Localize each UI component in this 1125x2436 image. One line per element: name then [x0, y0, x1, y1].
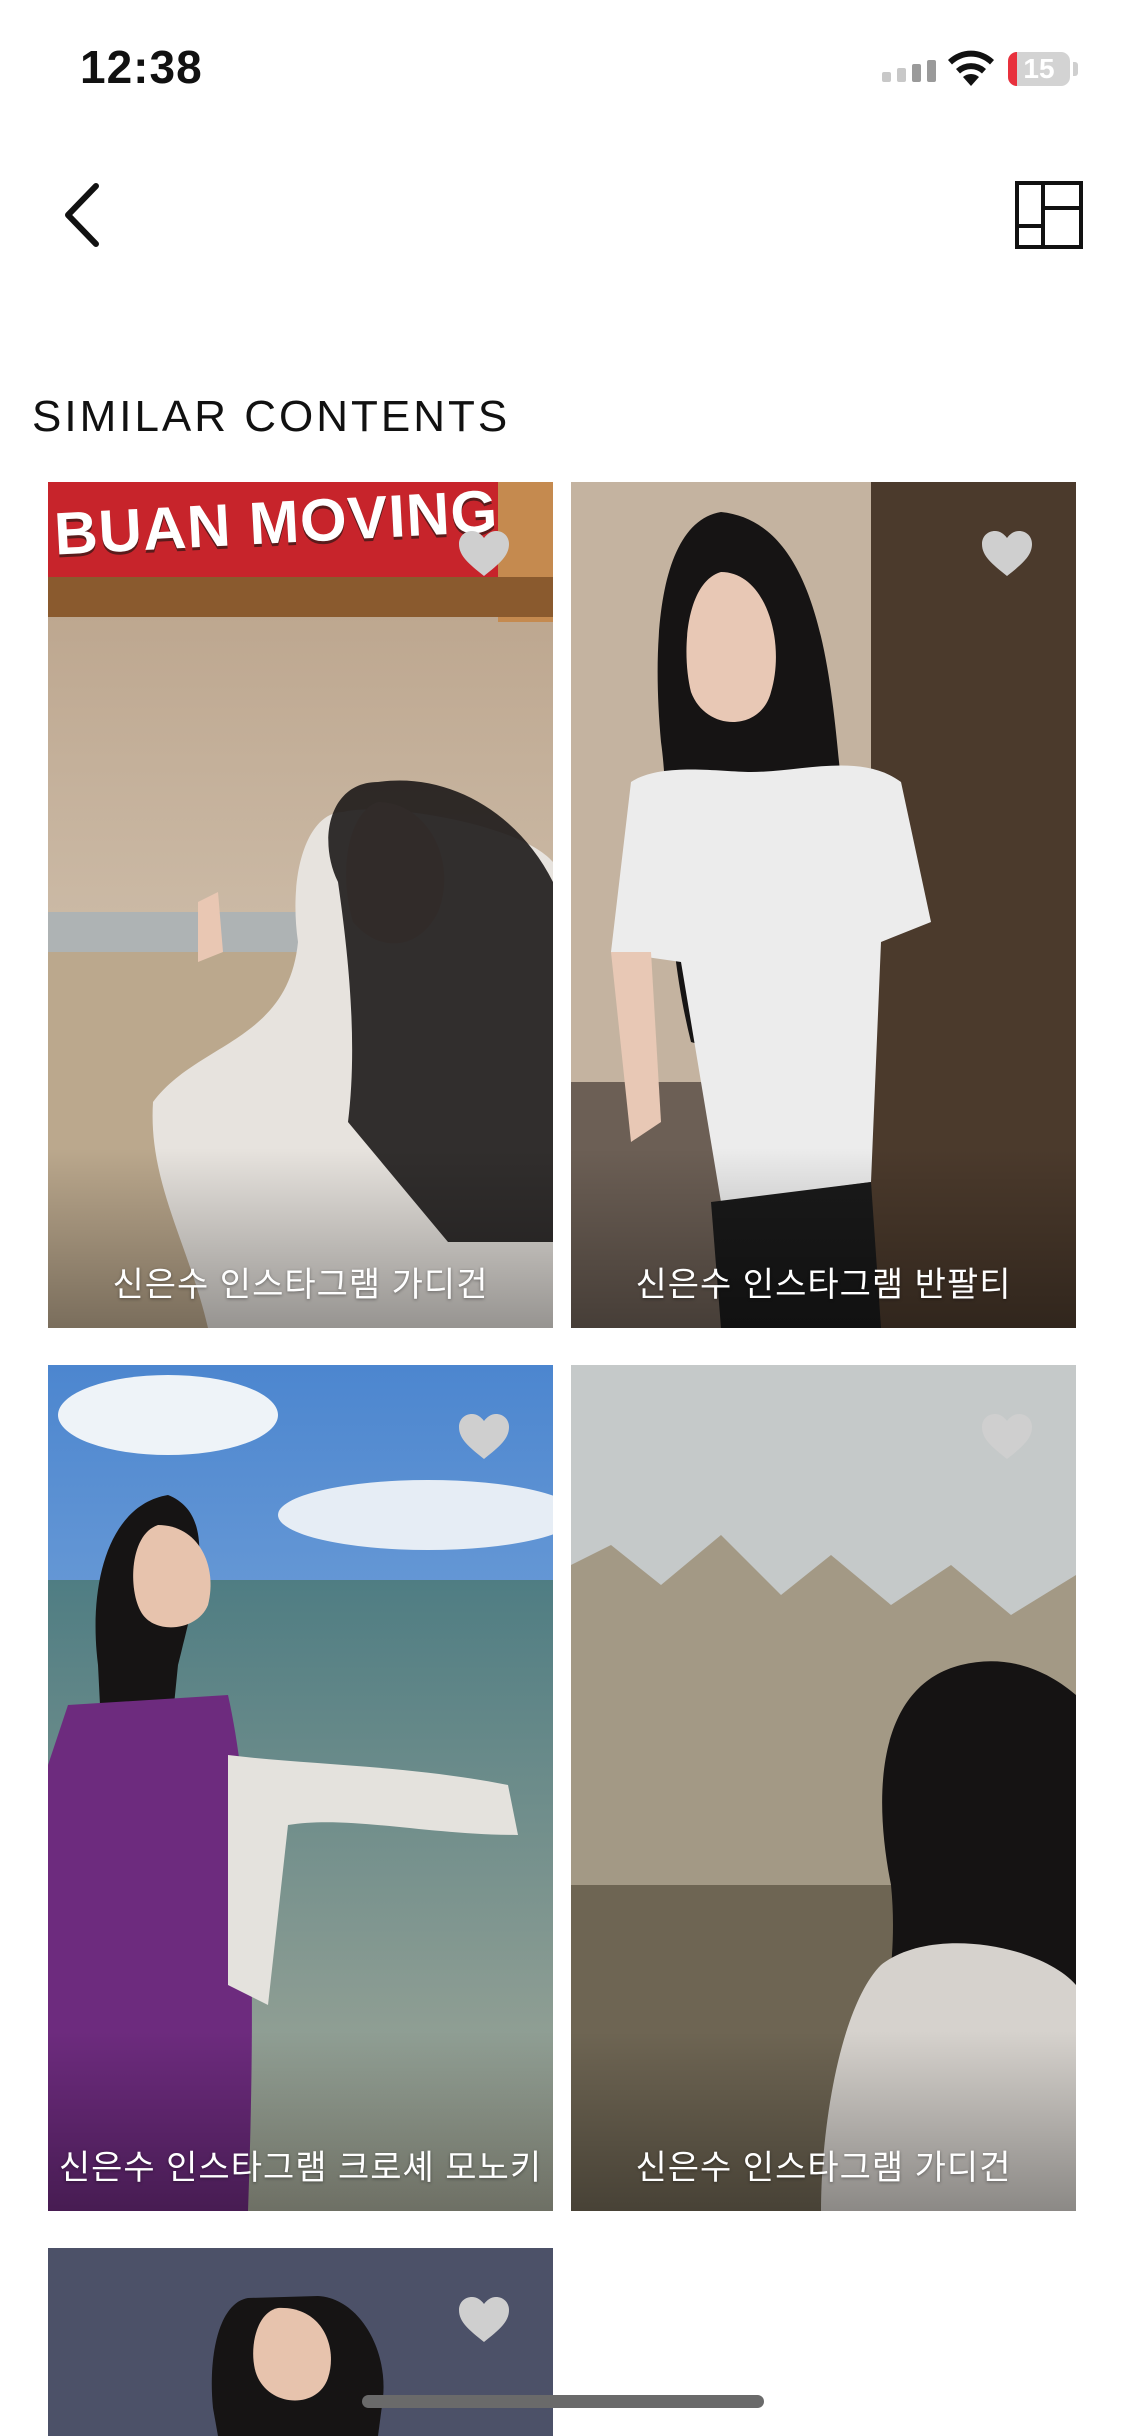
card-caption: 신은수 인스타그램 크로셰 모노키 — [58, 2149, 543, 2187]
content-grid: BUAN MOVING 신은수 인스타그램 가디건 신은수 인스타그램 반팔티 — [0, 0, 1125, 2436]
heart-icon — [459, 1414, 509, 1459]
card-caption: 신은수 인스타그램 가디건 — [635, 2149, 1012, 2187]
like-button[interactable] — [980, 1413, 1034, 1461]
card-caption: 신은수 인스타그램 가디건 — [112, 1266, 489, 1304]
card-caption: 신은수 인스타그램 반팔티 — [635, 1266, 1012, 1304]
like-button[interactable] — [457, 1413, 511, 1461]
heart-icon — [459, 2297, 509, 2342]
content-card[interactable]: 신은수 인스타그램 반팔티 — [571, 482, 1076, 1328]
like-button[interactable] — [457, 530, 511, 578]
content-card[interactable]: 신은수 인스타그램 가디건 — [571, 1365, 1076, 2211]
heart-icon — [459, 531, 509, 576]
heart-icon — [982, 531, 1032, 576]
content-card[interactable]: BUAN MOVING 신은수 인스타그램 가디건 — [48, 482, 553, 1328]
like-button[interactable] — [457, 2296, 511, 2344]
home-indicator[interactable] — [362, 2395, 764, 2408]
like-button[interactable] — [980, 530, 1034, 578]
heart-icon — [982, 1414, 1032, 1459]
content-card[interactable]: 신은수 인스타그램 크로셰 모노키 — [48, 1365, 553, 2211]
